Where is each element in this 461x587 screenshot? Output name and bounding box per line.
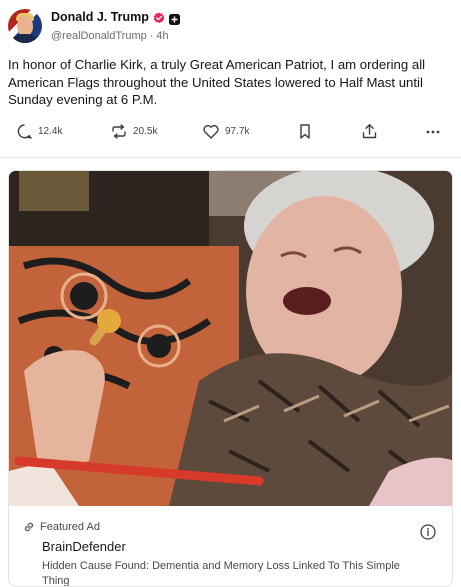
featured-ad-text: Featured Ad <box>40 521 100 533</box>
ad-footer: Featured Ad BrainDefender Hidden Cause F… <box>9 506 452 586</box>
repost-icon <box>112 123 126 139</box>
repost-button[interactable]: 20.5k <box>110 120 157 142</box>
ad-sponsor-name[interactable]: BrainDefender <box>42 539 126 554</box>
post-header: Donald J. Trump @realDonaldTrump · 4h <box>8 6 180 46</box>
featured-ad-label: Featured Ad <box>23 521 100 533</box>
featured-ad-card[interactable]: Featured Ad BrainDefender Hidden Cause F… <box>8 170 453 587</box>
like-button[interactable]: 97.7k <box>202 120 249 142</box>
reply-button[interactable]: 12.4k <box>16 120 62 142</box>
share-button[interactable] <box>361 120 378 142</box>
post-actions-bar: 12.4k 20.5k 97.7k <box>10 120 450 142</box>
author-block: Donald J. Trump @realDonaldTrump · 4h <box>51 10 180 42</box>
meta-separator: · <box>149 30 154 42</box>
platform-badge-icon <box>168 12 180 25</box>
bookmark-icon <box>300 123 310 139</box>
author-handle[interactable]: @realDonaldTrump <box>51 30 147 42</box>
more-options-button[interactable] <box>425 120 441 142</box>
heart-icon <box>203 124 219 139</box>
bookmark-button[interactable] <box>298 120 312 142</box>
reply-icon <box>17 123 32 139</box>
post-text: In honor of Charlie Kirk, a truly Great … <box>8 57 426 107</box>
avatar[interactable] <box>8 9 42 43</box>
like-count: 97.7k <box>225 125 250 137</box>
author-display-name[interactable]: Donald J. Trump <box>51 10 149 24</box>
share-icon <box>362 123 377 138</box>
post-timestamp[interactable]: 4h <box>156 30 168 42</box>
ad-headline[interactable]: Hidden Cause Found: Dementia and Memory … <box>42 559 402 586</box>
ad-image[interactable] <box>9 171 452 506</box>
reply-count: 12.4k <box>38 125 63 137</box>
link-icon <box>24 522 34 532</box>
post-divider <box>0 157 461 158</box>
repost-count: 20.5k <box>133 125 158 137</box>
more-icon <box>426 130 440 133</box>
verified-badge-icon <box>153 11 165 24</box>
info-icon[interactable] <box>420 524 436 540</box>
